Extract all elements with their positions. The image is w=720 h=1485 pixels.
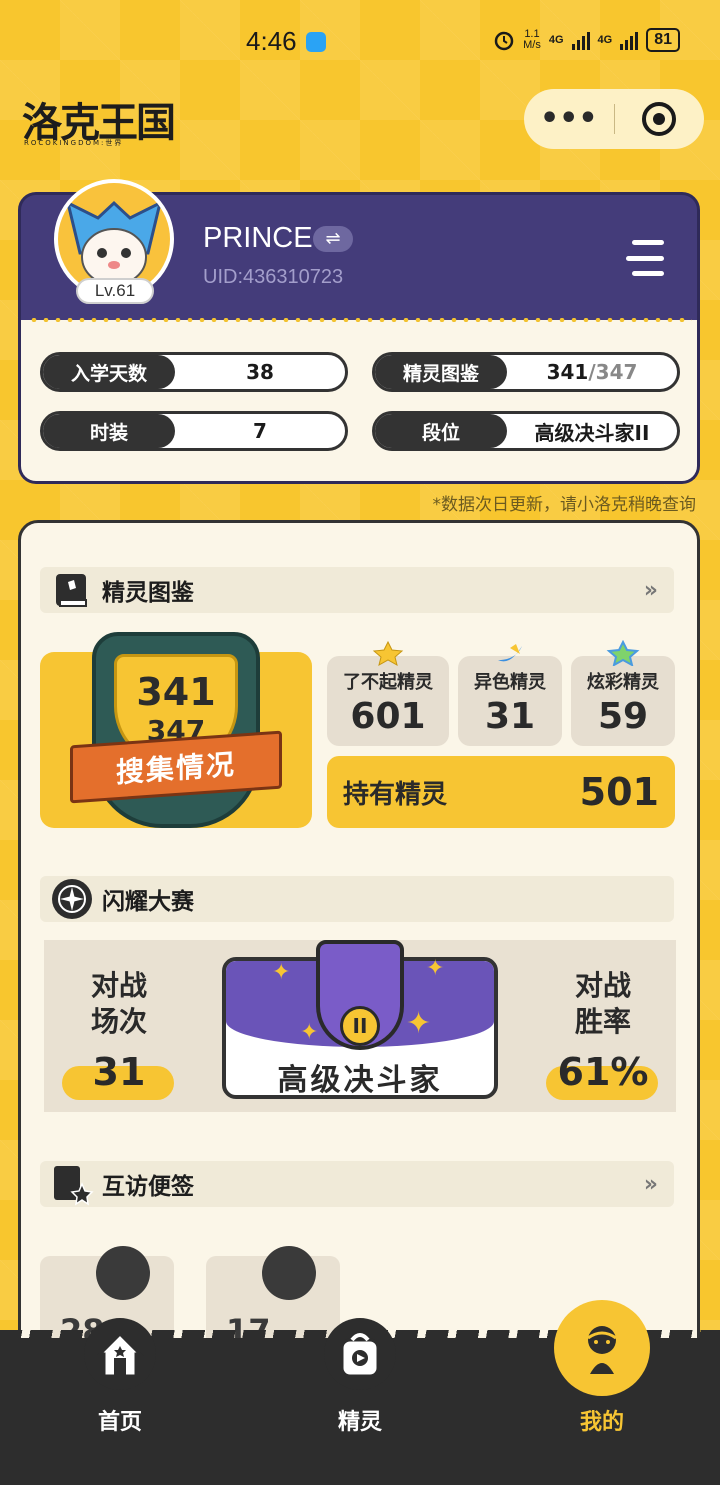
card-label: 了不起精灵 bbox=[343, 672, 433, 693]
pokedex-owned: 341 bbox=[546, 360, 589, 384]
rank-title: 高级决斗家 bbox=[277, 1063, 443, 1098]
alarm-icon bbox=[494, 31, 514, 51]
tab-label: 精灵 bbox=[337, 1410, 382, 1435]
chevron-right-icon: ›› bbox=[643, 1171, 658, 1197]
win-rate-panel: 对战 胜率 61% bbox=[528, 940, 678, 1112]
battery-indicator: 81 bbox=[646, 28, 680, 52]
player-uid: UID:436310723 bbox=[203, 266, 344, 288]
tab-home[interactable]: 首页 bbox=[50, 1300, 190, 1450]
section-header-pokedex[interactable]: 精灵图鉴 ›› bbox=[40, 567, 674, 613]
acorn-icon bbox=[262, 1246, 316, 1300]
level-badge: Lv.61 bbox=[76, 278, 154, 304]
app-logo-subtitle: ROCOKINGDOM:世界 bbox=[24, 139, 124, 147]
owned-label: 持有精灵 bbox=[343, 779, 448, 810]
stat-rank: 段位 高级决斗家II bbox=[372, 411, 680, 451]
card-label: 炫彩精灵 bbox=[587, 672, 659, 693]
compass-badge-icon bbox=[50, 877, 94, 921]
card-dazzling-spirits[interactable]: 炫彩精灵 59 bbox=[571, 640, 675, 746]
profile-icon bbox=[587, 1326, 617, 1374]
tab-label: 首页 bbox=[97, 1410, 142, 1435]
sparkle-icon: ✦ bbox=[272, 960, 291, 985]
win-rate-value: 61% bbox=[557, 1050, 649, 1094]
player-name: PRINCE bbox=[203, 222, 313, 254]
collected-count: 341 bbox=[136, 670, 216, 714]
stat-value: 38 bbox=[246, 360, 274, 384]
status-icons: 1.1 M/s 4G 4G 81 bbox=[493, 28, 680, 52]
sparkle-icon: ✦ bbox=[426, 956, 445, 981]
backpack-icon bbox=[340, 1333, 380, 1378]
card-awesome-spirits[interactable]: 了不起精灵 601 bbox=[327, 640, 449, 746]
stat-fashion: 时装 7 bbox=[40, 411, 348, 451]
tab-icon-wrap bbox=[554, 1300, 650, 1396]
stat-value: 341/347 bbox=[507, 360, 677, 384]
tab-me[interactable]: 我的 bbox=[532, 1300, 672, 1450]
win-rate-label: 对战 胜率 bbox=[574, 969, 631, 1038]
owned-value: 501 bbox=[579, 770, 659, 814]
signal-label-2: 4G bbox=[597, 34, 613, 46]
battle-count-label: 对战 场次 bbox=[90, 969, 147, 1038]
stat-label: 精灵图鉴 bbox=[375, 355, 507, 389]
section-title: 互访便签 bbox=[102, 1174, 194, 1200]
tab-icon-wrap bbox=[84, 1318, 156, 1390]
stat-value: 高级决斗家II bbox=[534, 420, 650, 445]
mini-program-capsule: ••• bbox=[524, 89, 704, 149]
battle-count-value: 31 bbox=[92, 1050, 146, 1094]
card-value: 601 bbox=[350, 696, 426, 737]
battle-count-panel: 对战 场次 31 bbox=[44, 940, 194, 1112]
card-shiny-spirits[interactable]: 异色精灵 31 bbox=[458, 644, 562, 746]
status-time: 4:46 bbox=[246, 26, 297, 56]
stitch-divider bbox=[28, 318, 692, 322]
profile-stats-panel bbox=[18, 320, 700, 484]
moon-icon bbox=[498, 644, 522, 662]
owned-spirits-bar[interactable]: 持有精灵 501 bbox=[327, 756, 675, 828]
net-speed: 1.1 M/s bbox=[523, 28, 541, 51]
card-value: 59 bbox=[597, 696, 649, 737]
sparkle-icon: ✦ bbox=[300, 1020, 319, 1045]
data-update-note: *数据次日更新，请小洛克稍晚查询 bbox=[432, 495, 697, 515]
status-bar: 4:46 1.1 M/s 4G 4G 81 bbox=[0, 0, 720, 80]
pokedex-total: /347 bbox=[588, 360, 638, 384]
stat-school-days: 入学天数 38 bbox=[40, 352, 348, 392]
signal-label-1: 4G bbox=[548, 34, 564, 46]
menu-icon[interactable] bbox=[626, 240, 664, 276]
sparkle-icon: ✦ bbox=[406, 1006, 432, 1041]
close-mini-program-button[interactable] bbox=[615, 102, 705, 136]
rainbow-star-icon bbox=[606, 640, 640, 666]
switch-account-button[interactable]: ⇌ bbox=[313, 226, 353, 252]
star-icon bbox=[372, 640, 404, 666]
stat-label: 段位 bbox=[375, 414, 507, 448]
egg-icon bbox=[96, 1246, 150, 1300]
home-icon bbox=[96, 1331, 144, 1378]
signal-icon-1 bbox=[571, 30, 590, 50]
book-icon bbox=[50, 568, 94, 612]
rank-emblem-icon: II bbox=[316, 940, 404, 1050]
section-header-competition: 闪耀大赛 bbox=[40, 876, 674, 922]
card-value: 31 bbox=[484, 696, 536, 737]
more-options-button[interactable]: ••• bbox=[524, 104, 614, 134]
target-icon bbox=[642, 102, 677, 136]
section-title: 精灵图鉴 bbox=[102, 580, 194, 606]
memo-star-icon bbox=[50, 1162, 94, 1206]
stat-pokedex: 精灵图鉴 341/347 bbox=[372, 352, 680, 392]
section-header-memo[interactable]: 互访便签 ›› bbox=[40, 1161, 674, 1207]
tab-icon-wrap bbox=[324, 1318, 396, 1390]
stat-label: 时装 bbox=[43, 414, 175, 448]
tab-spirits[interactable]: 精灵 bbox=[290, 1300, 430, 1450]
card-label: 异色精灵 bbox=[474, 672, 546, 693]
section-title: 闪耀大赛 bbox=[102, 889, 194, 915]
stat-label: 入学天数 bbox=[43, 355, 175, 389]
stat-value: 7 bbox=[253, 419, 267, 443]
tab-label: 我的 bbox=[579, 1410, 624, 1435]
chevron-right-icon: ›› bbox=[643, 577, 658, 603]
rank-tier-badge: II bbox=[340, 1006, 380, 1046]
signal-icon-2 bbox=[620, 30, 639, 50]
chat-notification-icon bbox=[306, 32, 326, 52]
